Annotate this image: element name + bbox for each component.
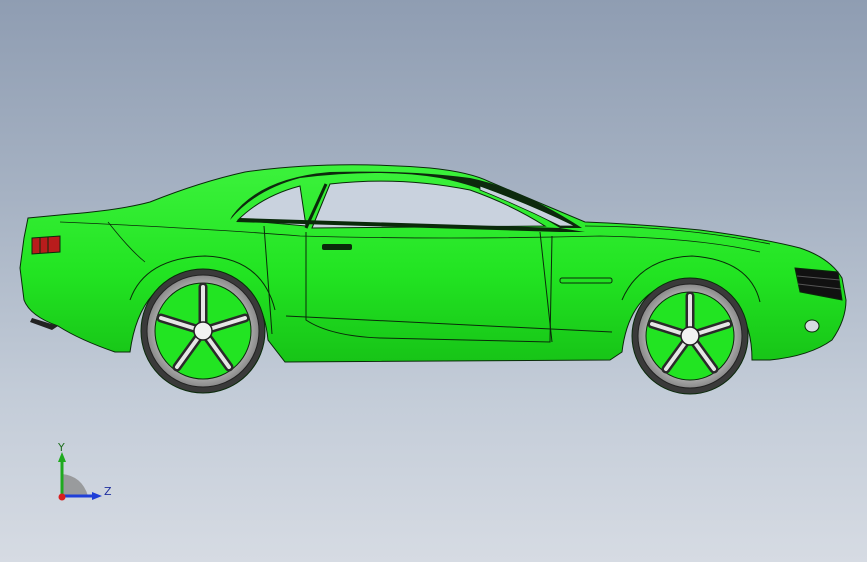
rear-wheel xyxy=(140,268,266,394)
triad-origin xyxy=(58,493,66,501)
triad-plane xyxy=(62,474,88,496)
z-axis-arrow xyxy=(92,492,102,500)
front-wheel xyxy=(631,277,749,395)
taillight xyxy=(31,235,61,255)
graphics-viewport[interactable]: Y Z xyxy=(0,0,867,562)
y-axis-label: Y xyxy=(57,441,65,454)
door-handle xyxy=(322,244,352,250)
coordinate-triad: Y Z xyxy=(57,441,112,501)
car-model-side-view[interactable] xyxy=(0,0,867,562)
fog-light xyxy=(804,319,820,333)
z-axis-label: Z xyxy=(104,485,112,498)
